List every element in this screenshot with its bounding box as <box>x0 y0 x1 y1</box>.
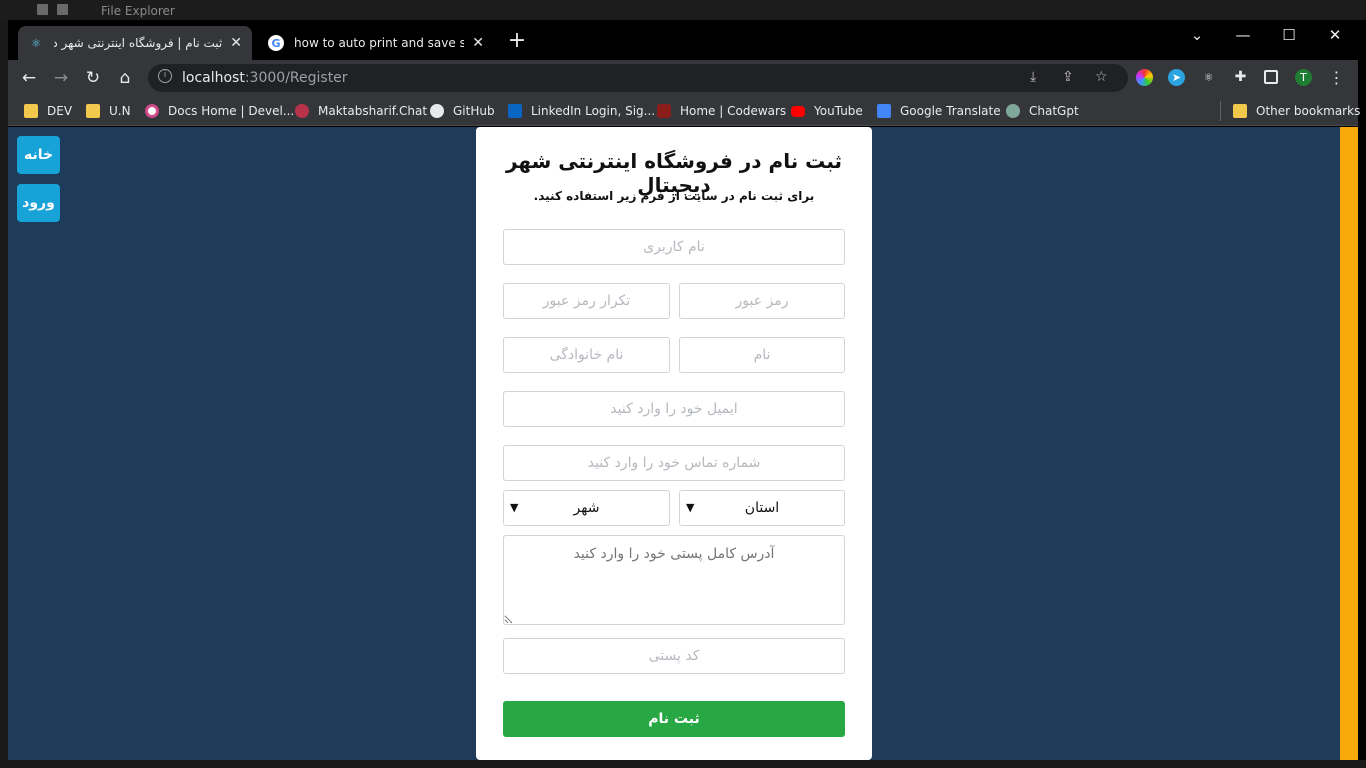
close-tab-icon[interactable]: ✕ <box>230 35 242 51</box>
tab-register[interactable]: ⚛ ثبت نام | فروشگاه اینترنتی شهر دیجیتال… <box>18 26 252 60</box>
browser-toolbar: ← → ↻ ⌂ i localhost:3000/Register ⤓ ⇪ ☆ … <box>8 60 1358 96</box>
maximize-button[interactable]: ☐ <box>1274 26 1304 44</box>
bookmark-dev[interactable]: DEV <box>24 101 72 121</box>
desktop-edge-left <box>0 20 8 768</box>
email-input[interactable] <box>503 391 845 427</box>
bookmark-other[interactable]: Other bookmarks <box>1220 101 1360 121</box>
province-select[interactable]: استان ▼ <box>679 490 845 526</box>
file-explorer-title: File Explorer <box>101 4 175 18</box>
city-value: شهر <box>573 500 600 516</box>
chevron-down-icon: ▼ <box>686 501 695 514</box>
bookmark-codewars[interactable]: Home | Codewars <box>657 101 786 121</box>
bookmark-docs[interactable]: Docs Home | Devel... <box>145 101 294 121</box>
username-input[interactable] <box>503 229 845 265</box>
extensions-puzzle-icon[interactable]: ✚ <box>1232 69 1249 86</box>
folder-icon <box>24 104 38 118</box>
minimize-button[interactable]: — <box>1228 26 1258 44</box>
close-tab-icon[interactable]: ✕ <box>472 35 484 51</box>
home-button[interactable]: خانه <box>17 136 60 174</box>
telegram-icon[interactable]: ➤ <box>1168 69 1185 86</box>
home-icon[interactable]: ⌂ <box>114 67 136 89</box>
chatgpt-icon <box>1006 104 1020 118</box>
properties-icon <box>57 4 68 15</box>
profile-avatar[interactable]: T <box>1295 69 1312 86</box>
address-textarea[interactable] <box>503 535 845 625</box>
close-window-button[interactable]: ✕ <box>1320 26 1350 44</box>
bookmarks-bar: DEV U.N Docs Home | Devel... Maktabshari… <box>8 96 1360 126</box>
tab-title: ثبت نام | فروشگاه اینترنتی شهر دیجیتال <box>54 36 223 50</box>
react-devtools-icon[interactable]: ⚛ <box>1200 69 1217 86</box>
bookmark-star-icon[interactable]: ☆ <box>1095 69 1108 85</box>
side-panel-icon[interactable] <box>1264 70 1278 84</box>
postal-code-input[interactable] <box>503 638 845 674</box>
tab-search[interactable]: G how to auto print and save screen ✕ <box>258 26 494 60</box>
page-viewport: خانه ورود ثبت نام در فروشگاه اینترنتی شه… <box>8 127 1340 760</box>
tab-title: how to auto print and save screen <box>294 36 465 50</box>
linkedin-icon <box>508 104 522 118</box>
phone-input[interactable] <box>503 445 845 481</box>
password-input[interactable] <box>679 283 845 319</box>
translate-icon <box>877 104 891 118</box>
browser-window: ⚛ ثبت نام | فروشگاه اینترنتی شهر دیجیتال… <box>8 20 1360 126</box>
last-name-input[interactable] <box>503 337 670 373</box>
login-button[interactable]: ورود <box>17 184 60 222</box>
back-arrow-icon[interactable]: ← <box>18 67 40 89</box>
reload-icon[interactable]: ↻ <box>82 67 104 89</box>
menu-kebab-icon[interactable]: ⋮ <box>1328 69 1345 86</box>
install-app-icon[interactable]: ⤓ <box>1030 69 1036 85</box>
address-bar[interactable]: i localhost:3000/Register ⤓ ⇪ ☆ <box>148 64 1128 92</box>
file-explorer-titlebar: File Explorer <box>0 0 1366 20</box>
github-icon <box>430 104 444 118</box>
site-info-icon[interactable]: i <box>158 69 172 83</box>
bookmark-youtube[interactable]: YouTube <box>791 101 863 121</box>
color-picker-extension-icon[interactable] <box>1136 69 1153 86</box>
chevron-down-icon: ▼ <box>510 501 519 514</box>
google-icon: G <box>268 35 284 51</box>
submit-register-button[interactable]: ثبت نام <box>503 701 845 737</box>
folder-icon <box>86 104 100 118</box>
register-form-card: ثبت نام در فروشگاه اینترنتی شهر دیجیتال … <box>476 127 872 760</box>
bookmark-maktabsharif[interactable]: Maktabsharif.Chat <box>295 101 427 121</box>
tab-strip: ⚛ ثبت نام | فروشگاه اینترنتی شهر دیجیتال… <box>8 20 1358 60</box>
share-icon[interactable]: ⇪ <box>1062 69 1074 85</box>
react-icon: ⚛ <box>31 36 41 50</box>
youtube-icon <box>791 105 805 117</box>
new-tab-button[interactable]: + <box>504 28 530 53</box>
bookmark-linkedin[interactable]: LinkedIn Login, Sig... <box>508 101 655 121</box>
bookmark-github[interactable]: GitHub <box>430 101 495 121</box>
bookmark-google-translate[interactable]: Google Translate <box>877 101 1001 121</box>
province-value: استان <box>744 500 780 516</box>
tab-search-dropdown-icon[interactable]: ⌄ <box>1182 26 1212 44</box>
bookmark-un[interactable]: U.N <box>86 101 131 121</box>
docs-icon <box>145 104 159 118</box>
forward-arrow-icon[interactable]: → <box>50 67 72 89</box>
password-repeat-input[interactable] <box>503 283 670 319</box>
form-subtitle: برای ثبت نام در سایت از فرم زیر استفاده … <box>533 189 815 203</box>
right-accent-bar <box>1340 127 1358 760</box>
city-select[interactable]: شهر ▼ <box>503 490 670 526</box>
codewars-icon <box>657 104 671 118</box>
folder-icon <box>1233 104 1247 118</box>
bookmark-chatgpt[interactable]: ChatGpt <box>1006 101 1079 121</box>
url-text[interactable]: localhost:3000/Register <box>182 70 348 86</box>
chat-icon <box>295 104 309 118</box>
taskbar-edge <box>0 760 1366 768</box>
first-name-input[interactable] <box>679 337 845 373</box>
folder-icon <box>37 4 48 15</box>
